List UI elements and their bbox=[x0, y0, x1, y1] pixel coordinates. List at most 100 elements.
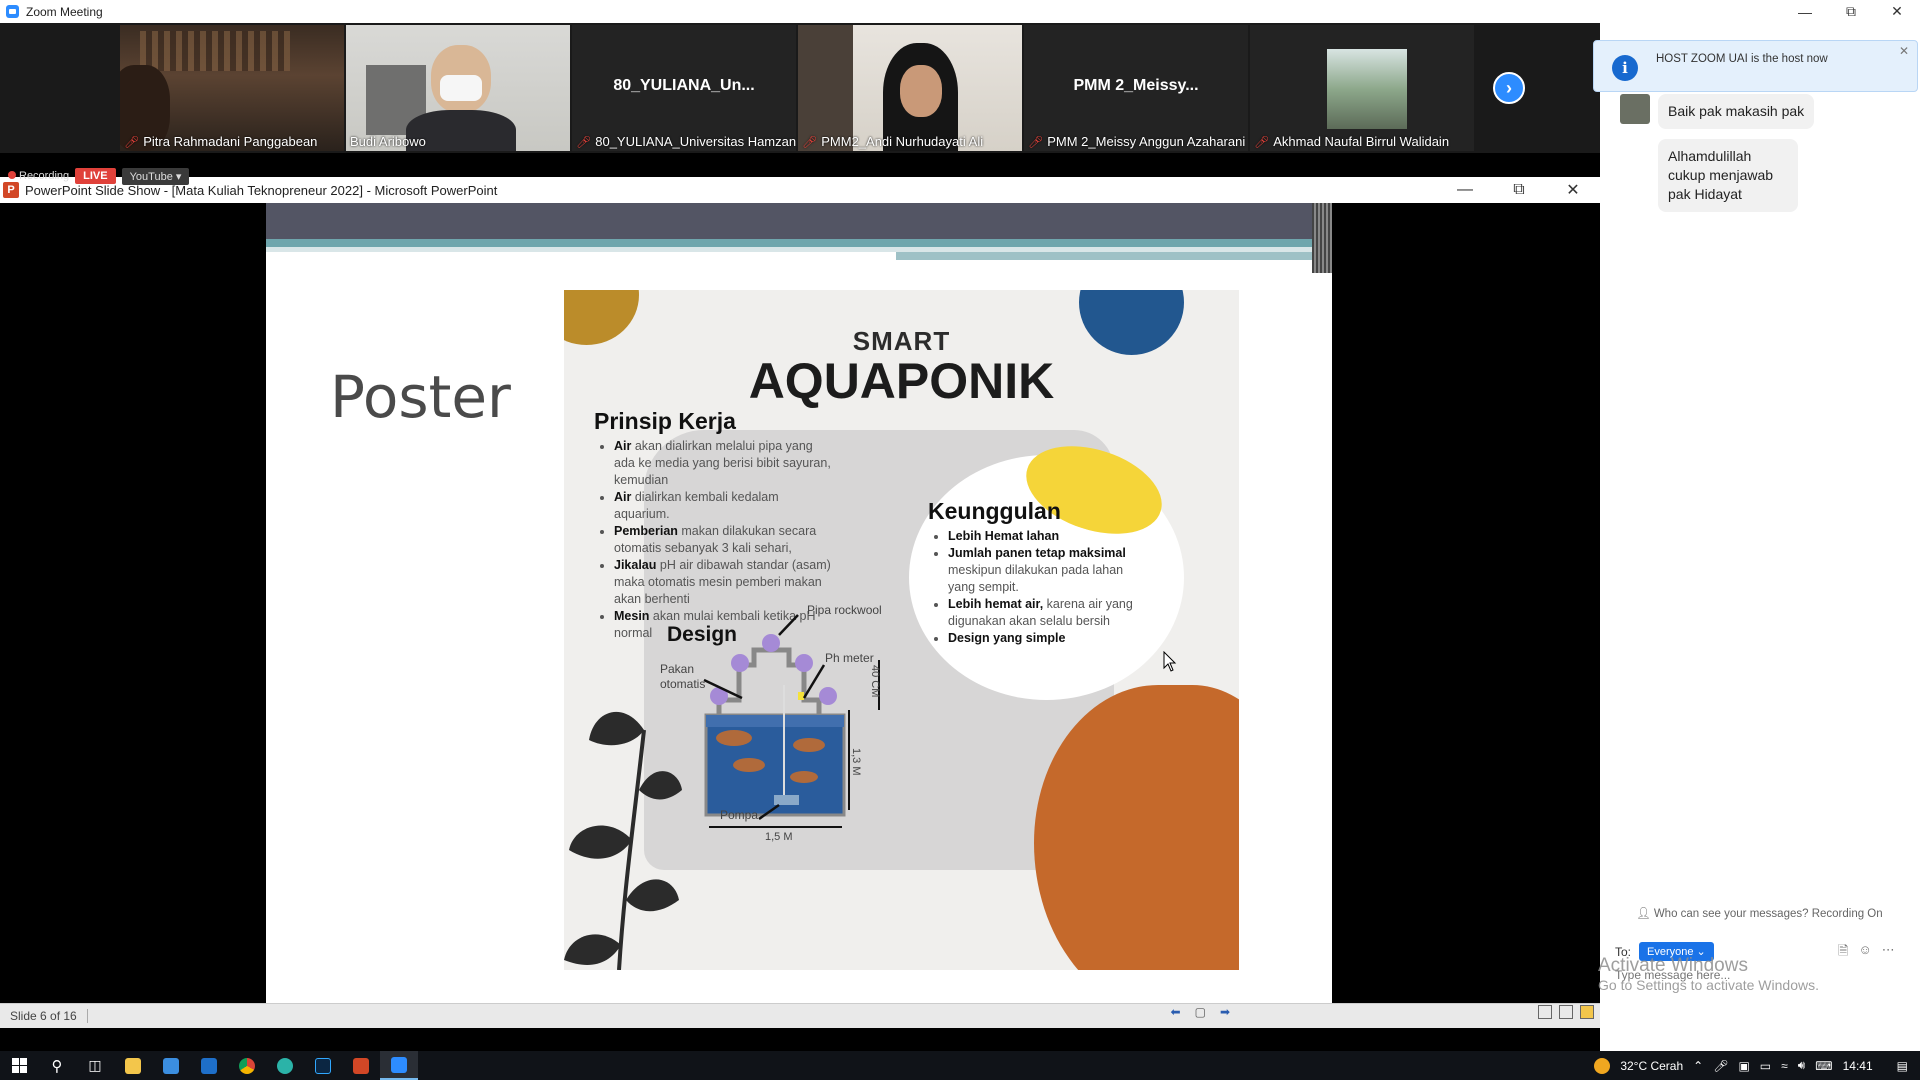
participant-tile[interactable]: 🎤︎ Pitra Rahmadani Panggabean bbox=[120, 25, 344, 151]
minimize-icon[interactable]: — bbox=[1782, 0, 1828, 23]
diagram-label-height-40cm: 40 CM bbox=[869, 665, 881, 698]
stream-target-dropdown[interactable]: YouTube ▾ bbox=[121, 167, 190, 185]
edge-icon bbox=[277, 1057, 293, 1074]
leaf-decoration bbox=[564, 711, 682, 970]
watermark-line: Go to Settings to activate Windows. bbox=[1598, 977, 1819, 993]
chevron-up-icon[interactable]: ⌃ bbox=[1693, 1059, 1703, 1073]
search-button[interactable]: ⚲ bbox=[38, 1051, 76, 1080]
participant-gallery: 🎤︎ Pitra Rahmadani Panggabean Budi Aribow… bbox=[0, 23, 1600, 153]
list-item: Pemberian makan dilakukan secara otomati… bbox=[614, 523, 836, 557]
gallery-next-page-button[interactable]: › bbox=[1493, 72, 1525, 104]
chat-visibility-link[interactable]: 👤︎ Who can see your messages? Recording … bbox=[1636, 906, 1883, 920]
muted-mic-icon: 🎤︎ bbox=[1028, 134, 1044, 149]
close-icon[interactable]: ✕ bbox=[1874, 0, 1920, 23]
close-icon[interactable]: ✕ bbox=[1899, 44, 1909, 58]
participant-name: 🎤︎ PMM 2_Meissy Anggun Azaharani bbox=[1028, 134, 1246, 149]
chat-tools: 🗎︎ ☺ ⋯ bbox=[1838, 942, 1895, 964]
slide-sorter-icon[interactable] bbox=[1559, 1005, 1573, 1019]
slide-edge-decoration bbox=[1312, 203, 1332, 273]
recording-status: Recording LIVE YouTube ▾ bbox=[8, 166, 190, 186]
watermark-line: Activate Windows bbox=[1598, 955, 1748, 976]
emoji-icon[interactable]: ☺ bbox=[1858, 942, 1871, 964]
restore-icon[interactable]: ⧉ bbox=[1828, 0, 1874, 23]
slide-header-band bbox=[266, 203, 1332, 239]
close-icon[interactable]: ✕ bbox=[1546, 177, 1600, 203]
file-icon[interactable]: 🗎︎ bbox=[1838, 942, 1848, 964]
live-badge[interactable]: LIVE bbox=[75, 168, 116, 184]
participant-placeholder-name: PMM 2_Meissy... bbox=[1073, 77, 1199, 94]
muted-mic-icon: 🎤︎ bbox=[1254, 134, 1270, 149]
prinsip-heading: Prinsip Kerja bbox=[594, 408, 736, 434]
volume-icon[interactable]: 🔊︎ bbox=[1798, 1058, 1806, 1073]
muted-mic-icon: 🎤︎ bbox=[802, 134, 818, 149]
taskbar-store[interactable] bbox=[152, 1051, 190, 1080]
participant-name: 🎤︎ PMM2_Andi Nurhudayati Ali bbox=[802, 134, 984, 149]
zoom-app-icon bbox=[6, 5, 19, 18]
participant-tile[interactable]: 🎤︎ Akhmad Naufal Birrul Walidain bbox=[1250, 25, 1474, 151]
previous-slide-icon[interactable]: ⬅ bbox=[1171, 1005, 1181, 1019]
taskbar-file-explorer[interactable] bbox=[114, 1051, 152, 1080]
recording-indicator[interactable]: Recording bbox=[8, 170, 69, 182]
slide[interactable]: Poster SMART AQUAPONIK Prinsip Kerja Air… bbox=[266, 203, 1332, 1003]
system-tray: 32°C Cerah ⌃ 🎤︎ ▣ ▭ ≈ 🔊︎ ⌨ 14:41 ▤ bbox=[1594, 1051, 1920, 1080]
more-icon[interactable]: ⋯ bbox=[1882, 942, 1895, 964]
slide-counter: Slide 6 of 16 bbox=[0, 1009, 88, 1023]
info-icon: i bbox=[1612, 55, 1638, 81]
slide-header-accent bbox=[896, 252, 1332, 260]
powerpoint-status-bar: Slide 6 of 16 bbox=[0, 1003, 1600, 1028]
poster-title: AQUAPONIK bbox=[748, 353, 1055, 409]
microphone-icon[interactable]: 🎤︎ bbox=[1713, 1059, 1728, 1073]
participant-name: 🎤︎ Akhmad Naufal Birrul Walidain bbox=[1254, 134, 1450, 149]
camera-icon[interactable]: ▣ bbox=[1738, 1059, 1749, 1073]
powerpoint-titlebar: P PowerPoint Slide Show - [Mata Kuliah T… bbox=[0, 177, 1600, 203]
notification-icon[interactable]: ▤ bbox=[1897, 1059, 1908, 1073]
muted-mic-icon: 🎤︎ bbox=[576, 134, 592, 149]
windows-icon bbox=[11, 1058, 27, 1073]
battery-icon[interactable]: ▭ bbox=[1760, 1059, 1771, 1073]
reading-view-icon[interactable] bbox=[1580, 1005, 1594, 1019]
participant-name: 🎤︎ 80_YULIANA_Universitas Hamzan... bbox=[576, 134, 796, 149]
participant-placeholder-name: 80_YULIANA_Un... bbox=[613, 77, 755, 94]
diagram-label-width-1-5m: 1,5 M bbox=[765, 831, 793, 843]
task-view-button[interactable]: ◫ bbox=[76, 1051, 114, 1080]
next-slide-icon[interactable]: ➡ bbox=[1220, 1005, 1230, 1019]
list-item: Air dialirkan kembali kedalam aquarium. bbox=[614, 489, 836, 523]
zoom-titlebar: Zoom Meeting — ⧉ ✕ bbox=[0, 0, 1920, 23]
participant-tile[interactable]: 🎤︎ PMM2_Andi Nurhudayati Ali bbox=[798, 25, 1022, 151]
list-item: Lebih Hemat lahan bbox=[948, 528, 1150, 545]
participant-tile-active-speaker[interactable]: Budi Aribowo bbox=[346, 25, 570, 151]
minimize-icon[interactable]: — bbox=[1438, 177, 1492, 203]
keyboard-icon[interactable]: ⌨ bbox=[1815, 1059, 1832, 1073]
slide-title: Poster bbox=[330, 363, 511, 431]
list-item: Air akan dialirkan melalui pipa yang ada… bbox=[614, 438, 836, 489]
participant-tile[interactable]: 80_YULIANA_Un... 🎤︎ 80_YULIANA_Universita… bbox=[572, 25, 796, 151]
taskbar-chrome[interactable] bbox=[228, 1051, 266, 1080]
taskbar-zoom[interactable] bbox=[380, 1051, 418, 1080]
slide-menu-icon[interactable]: ▢ bbox=[1195, 1005, 1206, 1019]
diagram-label-pipa: Pipa rockwool bbox=[807, 603, 882, 617]
slide-header-accent bbox=[266, 239, 1332, 247]
taskbar-powerpoint[interactable] bbox=[342, 1051, 380, 1080]
zoom-window-controls: — ⧉ ✕ bbox=[1782, 0, 1920, 23]
mail-icon bbox=[201, 1057, 217, 1074]
wifi-icon[interactable]: ≈ bbox=[1781, 1059, 1788, 1073]
screen-share-margin bbox=[0, 1028, 1600, 1051]
list-item: Jumlah panen tetap maksimal meskipun dil… bbox=[948, 545, 1150, 596]
clock[interactable]: 14:41 bbox=[1843, 1059, 1873, 1073]
photoshop-icon bbox=[315, 1057, 331, 1074]
slideshow-nav: ⬅ ▢ ➡ bbox=[1171, 1005, 1230, 1019]
start-button[interactable] bbox=[0, 1051, 38, 1080]
taskbar-mail[interactable] bbox=[190, 1051, 228, 1080]
activate-windows-watermark: Activate Windows Go to Settings to activ… bbox=[1598, 955, 1819, 993]
weather-text[interactable]: 32°C Cerah bbox=[1620, 1059, 1683, 1073]
participant-tile[interactable]: PMM 2_Meissy... 🎤︎ PMM 2_Meissy Anggun Az… bbox=[1024, 25, 1248, 151]
powerpoint-window-controls: — ⧉ ✕ bbox=[1438, 177, 1600, 203]
restore-icon[interactable]: ⧉ bbox=[1492, 177, 1546, 203]
recording-dot-icon bbox=[8, 171, 16, 179]
keunggulan-heading: Keunggulan bbox=[928, 498, 1061, 524]
normal-view-icon[interactable] bbox=[1538, 1005, 1552, 1019]
taskbar-photoshop[interactable] bbox=[304, 1051, 342, 1080]
chevron-right-icon: › bbox=[1506, 77, 1512, 98]
mouse-cursor-icon bbox=[1163, 651, 1177, 672]
taskbar-edge[interactable] bbox=[266, 1051, 304, 1080]
